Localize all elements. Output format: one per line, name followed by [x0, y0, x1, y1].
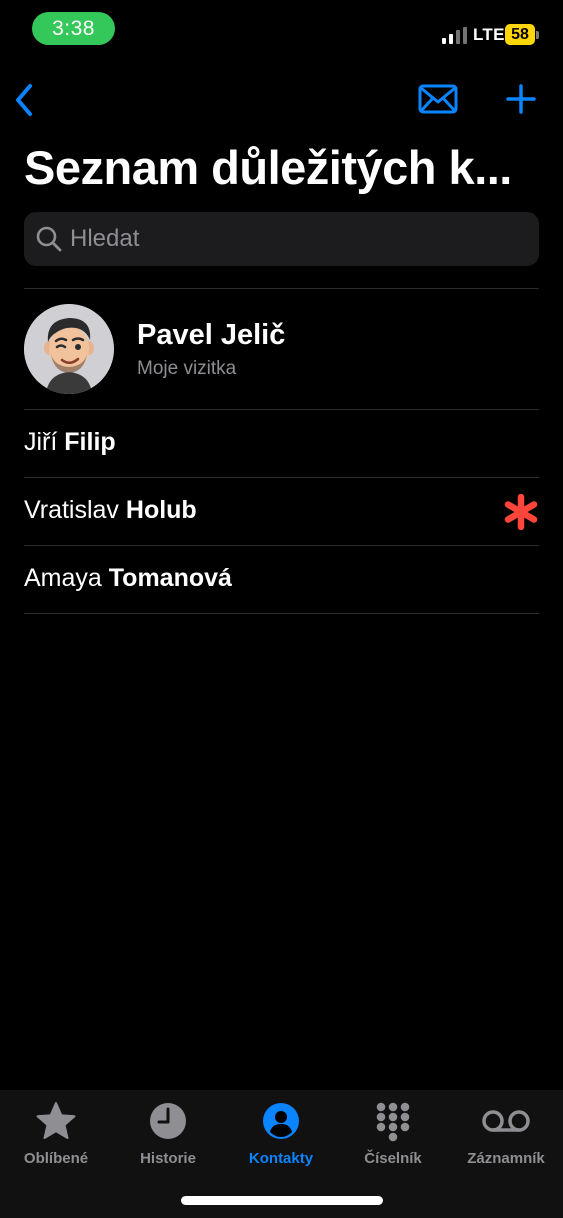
my-card-name: Pavel Jelič: [137, 319, 286, 351]
contact-last-name: Tomanová: [108, 564, 232, 592]
add-contact-button[interactable]: [505, 83, 537, 115]
contact-last-name: Filip: [64, 428, 116, 456]
contact-row[interactable]: Jiří Filip: [0, 410, 563, 477]
envelope-icon: [418, 84, 458, 114]
tab-label: Kontakty: [248, 1150, 314, 1167]
contact-name: Amaya Tomanová: [24, 564, 232, 593]
mail-group-button[interactable]: [418, 82, 458, 116]
tab-keypad[interactable]: Číselník: [337, 1100, 449, 1170]
contact-row[interactable]: Amaya Tomanová: [0, 546, 563, 613]
my-card[interactable]: Pavel Jelič Moje vizitka: [0, 289, 563, 409]
battery-level: 58: [505, 24, 535, 45]
keypad-icon: [376, 1102, 410, 1142]
tab-label: Historie: [140, 1150, 196, 1167]
contact-name: Jiří Filip: [24, 428, 116, 457]
person-circle-icon: [263, 1103, 299, 1139]
page-title: Seznam důležitých k...: [24, 141, 512, 194]
divider: [24, 613, 539, 614]
plus-icon: [506, 84, 536, 114]
contact-first-name: Amaya: [24, 564, 102, 592]
home-indicator[interactable]: [181, 1196, 383, 1205]
chevron-left-icon: [16, 84, 32, 116]
network-type: LTE: [473, 25, 505, 44]
back-button[interactable]: [10, 80, 40, 120]
emergency-contact-icon: [504, 494, 538, 530]
clock-icon: [150, 1103, 186, 1139]
contact-row[interactable]: Vratislav Holub: [0, 478, 563, 545]
contact-first-name: Jiří: [24, 428, 58, 456]
tab-history[interactable]: Historie: [112, 1100, 224, 1170]
search-bar[interactable]: [24, 212, 539, 266]
contact-first-name: Vratislav: [24, 496, 119, 524]
tab-contacts[interactable]: Kontakty: [225, 1100, 337, 1170]
contact-last-name: Holub: [125, 496, 197, 524]
cellular-signal-icon: [442, 27, 468, 44]
avatar: [24, 304, 114, 394]
my-card-subtitle: Moje vizitka: [137, 358, 237, 379]
tab-label: Oblíbené: [23, 1150, 89, 1167]
tab-label: Číselník: [364, 1150, 422, 1167]
voicemail-icon: [482, 1110, 530, 1132]
tab-favorites[interactable]: Oblíbené: [0, 1100, 112, 1170]
search-icon: [36, 226, 62, 252]
contact-name: Vratislav Holub: [24, 496, 197, 525]
tab-label: Záznamník: [467, 1150, 545, 1167]
star-icon: [36, 1102, 76, 1139]
status-time: 3:38: [32, 12, 115, 45]
tab-voicemail[interactable]: Záznamník: [450, 1100, 562, 1170]
memoji-avatar-icon: [24, 304, 114, 394]
search-input[interactable]: [70, 212, 520, 266]
status-bar: 3:38 LTE 58: [0, 0, 563, 60]
battery-cap: [536, 31, 539, 39]
